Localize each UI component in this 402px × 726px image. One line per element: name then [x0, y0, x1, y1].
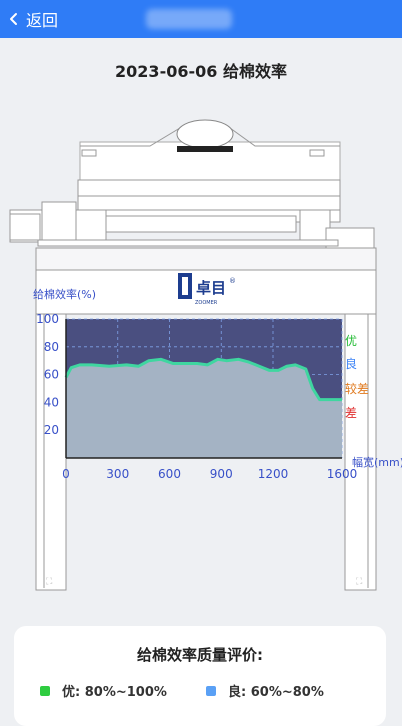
x-tick-label: 600	[158, 467, 181, 481]
back-button[interactable]: 返回	[8, 0, 58, 38]
logo-subtext: ZOOMER	[195, 300, 218, 306]
grade-item-good: 良: 60%~80%	[206, 681, 324, 700]
evaluation-card: 给棉效率质量评价: 优: 80%~100% 良: 60%~80%	[14, 626, 386, 726]
y-tick-label: 100	[36, 312, 59, 326]
grade-label: 差	[345, 406, 357, 420]
y-tick-label: 20	[44, 423, 59, 437]
grade-label: 良	[345, 356, 357, 371]
machine-diagram: ⛶ ⛶ 卓目 ZOOMER ® 给棉效率(%) 幅宽(mm) 20 40 60 80 1…	[0, 110, 402, 600]
grade-item-excellent: 优: 80%~100%	[40, 681, 167, 700]
svg-text:⛶: ⛶	[45, 576, 53, 587]
top-navbar: 返回	[0, 0, 402, 38]
blurred-title	[146, 9, 232, 29]
efficiency-area	[66, 359, 342, 458]
grade-good-label: 良: 60%~80%	[228, 685, 324, 700]
y-tick-label: 40	[44, 395, 59, 409]
svg-text:®: ®	[229, 277, 236, 285]
grade-excellent-label: 优: 80%~100%	[62, 685, 167, 700]
page-title: 2023-06-06 给棉效率	[115, 62, 287, 81]
machine-svg: ⛶ ⛶ 卓目 ZOOMER ® 给棉效率(%) 幅宽(mm) 20 40 60 80 1…	[9, 119, 402, 591]
green-swatch	[40, 685, 50, 696]
blue-swatch	[206, 685, 216, 696]
chevron-left-icon	[10, 13, 17, 25]
grade-label: 较差	[345, 381, 369, 396]
x-tick-label: 0	[62, 467, 70, 481]
x-tick-label: 1600	[327, 467, 358, 481]
y-axis-label: 给棉效率(%)	[33, 287, 96, 301]
logo-text: 卓目	[196, 279, 226, 297]
y-tick-label: 80	[44, 340, 59, 354]
x-axis-label: 幅宽(mm)	[352, 455, 402, 469]
x-tick-label: 900	[210, 467, 233, 481]
y-tick-label: 60	[44, 368, 59, 382]
x-tick-label: 300	[106, 467, 129, 481]
svg-text:⛶: ⛶	[355, 576, 363, 587]
x-tick-label: 1200	[258, 467, 289, 481]
back-label: 返回	[26, 11, 59, 30]
grade-label: 优	[345, 334, 357, 348]
evaluation-title: 给棉效率质量评价:	[137, 646, 263, 664]
